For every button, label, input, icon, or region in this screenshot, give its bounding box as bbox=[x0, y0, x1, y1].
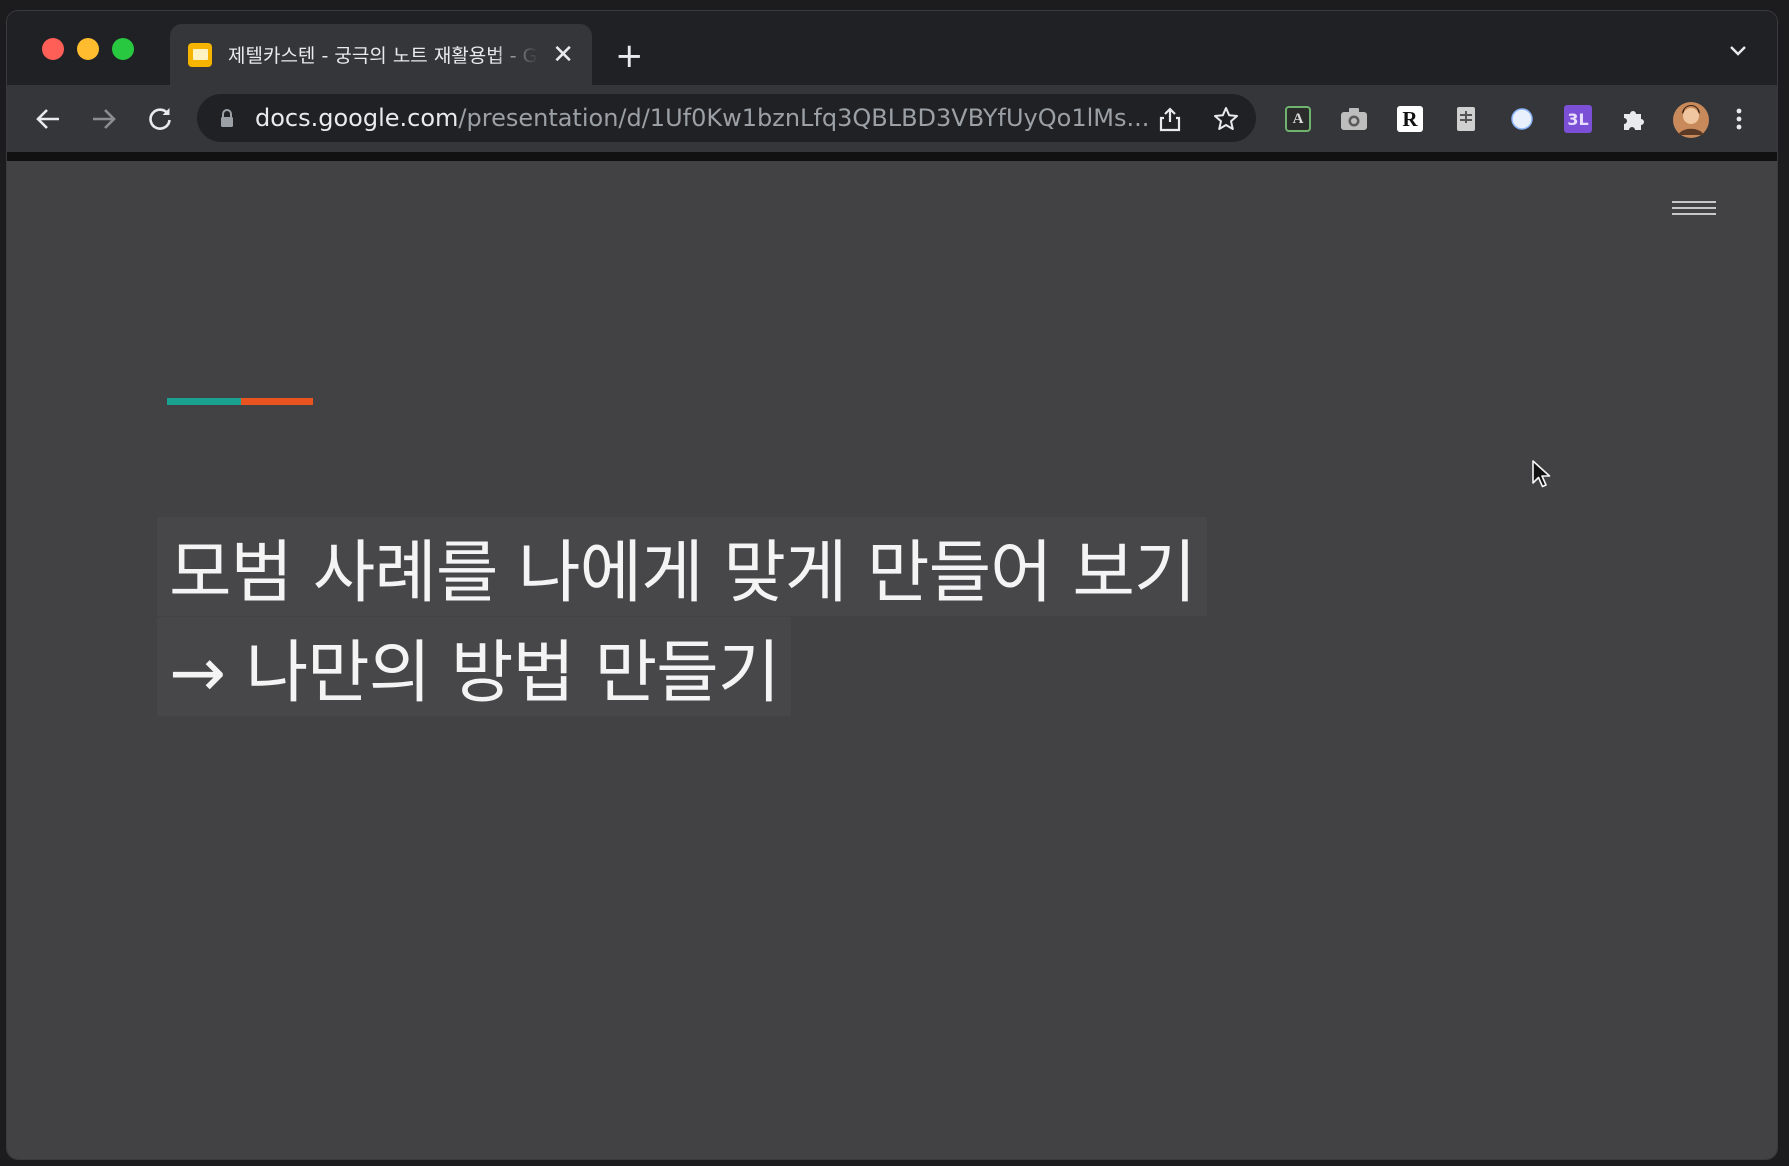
kebab-graphic bbox=[1736, 108, 1742, 130]
back-arrow-icon bbox=[36, 109, 59, 129]
slides-favicon-icon bbox=[188, 42, 212, 67]
minimize-window-button[interactable] bbox=[77, 38, 99, 60]
toolbar-divider bbox=[7, 152, 1777, 161]
3l-icon-box: 3L bbox=[1564, 105, 1592, 133]
3l-icon-label: 3L bbox=[1567, 109, 1589, 129]
close-window-button[interactable] bbox=[42, 38, 64, 60]
tab-strip: 제텔카스텐 - 궁극의 노트 재활용법 - Google Slides ✕ + bbox=[7, 11, 1777, 85]
abbyy-icon[interactable]: A bbox=[1284, 105, 1312, 133]
camera-icon[interactable] bbox=[1340, 105, 1368, 133]
tab-title: 제텔카스텐 - 궁극의 노트 재활용법 - Google Slides bbox=[228, 45, 538, 67]
profile-avatar[interactable] bbox=[1671, 100, 1711, 140]
reload-button[interactable] bbox=[144, 103, 176, 135]
circle-graphic bbox=[1511, 108, 1533, 130]
readwise-icon-label: R bbox=[1402, 106, 1418, 131]
share-icon[interactable] bbox=[1157, 106, 1183, 132]
puzzle-graphic bbox=[1624, 111, 1644, 130]
notes-graphic bbox=[1457, 107, 1475, 131]
maximize-window-button[interactable] bbox=[112, 38, 134, 60]
hamburger-menu-icon[interactable] bbox=[1672, 201, 1716, 215]
accent-bar-orange bbox=[241, 398, 313, 405]
url-text[interactable]: docs.google.com/presentation/d/1Uf0Kw1bz… bbox=[255, 104, 1149, 132]
url-host: docs.google.com bbox=[255, 104, 459, 132]
browser-toolbar: docs.google.com/presentation/d/1Uf0Kw1bz… bbox=[7, 85, 1777, 152]
address-bar[interactable]: docs.google.com/presentation/d/1Uf0Kw1bz… bbox=[197, 94, 1256, 142]
tab-search-chevron-icon[interactable] bbox=[1729, 45, 1747, 57]
hamburger-line bbox=[1672, 207, 1716, 209]
abbyy-icon-label: A bbox=[1292, 110, 1304, 127]
accent-bar-teal bbox=[167, 398, 241, 405]
notes-icon[interactable] bbox=[1452, 105, 1480, 133]
url-path: /presentation/d/1Uf0Kw1bznLfq3QBLBD3VBYf… bbox=[458, 104, 1150, 132]
3l-icon[interactable]: 3L bbox=[1564, 105, 1592, 133]
bookmark-star-icon[interactable] bbox=[1213, 106, 1239, 132]
slide-canvas[interactable]: 모범 사례를 나에게 맞게 만들어 보기 → 나만의 방법 만들기 bbox=[7, 161, 1777, 1159]
readwise-icon-box: R bbox=[1397, 106, 1423, 132]
readwise-icon[interactable]: R bbox=[1396, 105, 1424, 133]
active-tab[interactable]: 제텔카스텐 - 궁극의 노트 재활용법 - Google Slides ✕ bbox=[170, 24, 592, 85]
hamburger-line bbox=[1672, 213, 1716, 215]
hamburger-line bbox=[1672, 201, 1716, 203]
tab-close-icon[interactable]: ✕ bbox=[552, 42, 574, 68]
slide-text-line-1: 모범 사례를 나에게 맞게 만들어 보기 bbox=[157, 517, 1208, 616]
new-tab-button[interactable]: + bbox=[615, 39, 644, 73]
mouse-cursor-icon bbox=[1532, 460, 1551, 488]
forward-arrow-icon bbox=[93, 109, 116, 129]
more-menu-icon[interactable] bbox=[1732, 105, 1746, 133]
browser-window: 제텔카스텐 - 궁극의 노트 재활용법 - Google Slides ✕ + bbox=[6, 10, 1778, 1160]
forward-button[interactable] bbox=[88, 103, 120, 135]
reload-icon bbox=[149, 108, 171, 130]
camera-graphic bbox=[1341, 108, 1367, 130]
accent-bar bbox=[167, 398, 313, 405]
puzzle-icon[interactable] bbox=[1620, 105, 1648, 133]
back-button[interactable] bbox=[32, 103, 64, 135]
lock-icon[interactable] bbox=[219, 108, 235, 128]
avatar-graphic bbox=[1673, 102, 1709, 138]
circle-icon[interactable] bbox=[1508, 105, 1536, 133]
slide-text-line-2: → 나만의 방법 만들기 bbox=[157, 617, 792, 716]
